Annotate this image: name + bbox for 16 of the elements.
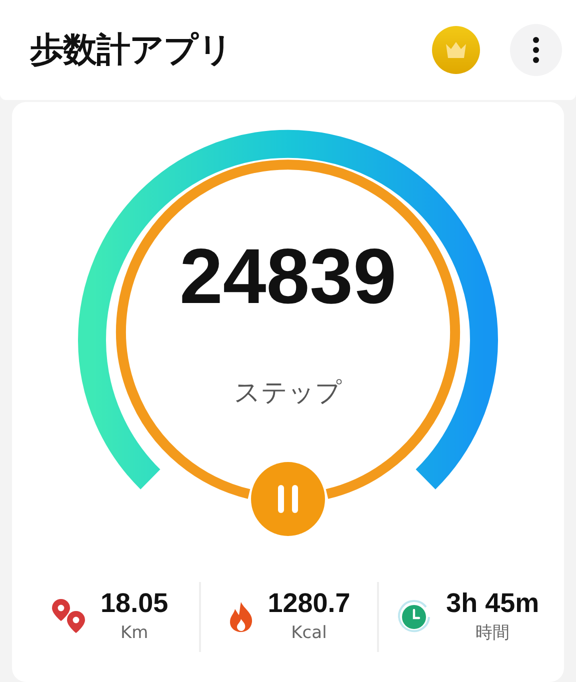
pause-icon [277, 484, 299, 514]
stat-unit: Kcal [291, 622, 327, 646]
map-pins-icon [50, 598, 87, 636]
premium-button[interactable] [432, 26, 480, 74]
flame-icon [228, 601, 254, 633]
stat-value: 3h 45m [446, 587, 540, 620]
step-count: 24839 [178, 237, 398, 315]
app-title: 歩数計アプリ [30, 28, 232, 72]
stat-unit: Km [120, 622, 148, 646]
stat-unit: 時間 [476, 622, 510, 646]
stat-value: 18.05 [100, 587, 168, 620]
steps-label: ステップ [234, 377, 342, 410]
clock-icon [396, 599, 432, 635]
crown-icon [445, 42, 467, 58]
stat-value: 1280.7 [268, 587, 350, 620]
more-vertical-icon [533, 37, 539, 63]
